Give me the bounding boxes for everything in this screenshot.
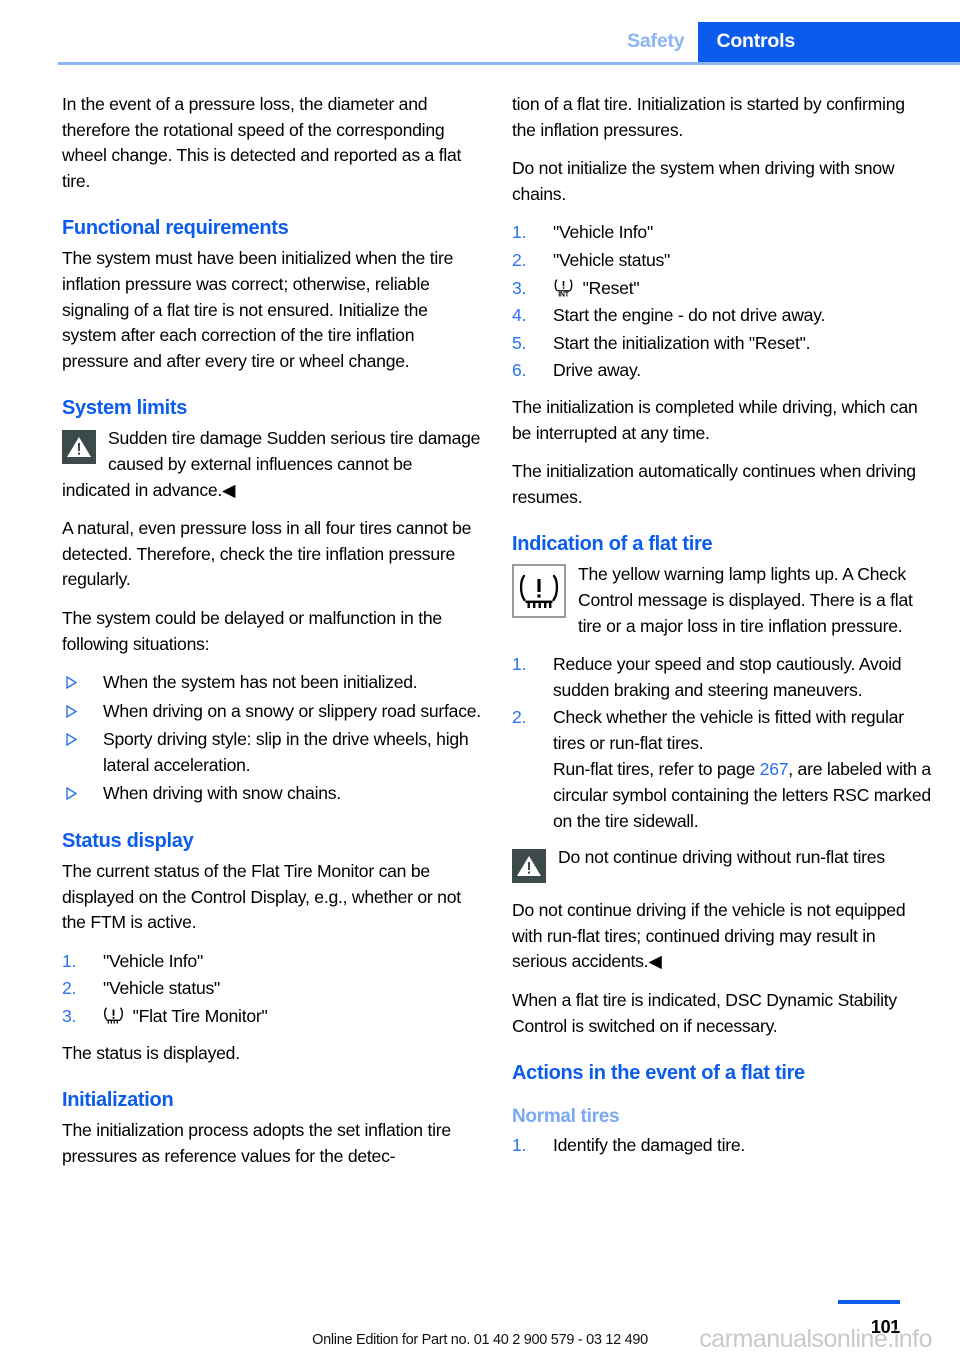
step-number: 2. [62, 978, 77, 999]
indication-step-list: 1. Reduce your speed and stop cautiously… [512, 652, 932, 834]
step-sub-paragraph: Run-flat tires, refer to page 267, are l… [553, 757, 932, 834]
continued-paragraph: tion of a flat tire. Initialization is s… [512, 94, 905, 140]
list-item: 1. "Vehicle Info" [512, 220, 932, 246]
list-item: 2. "Vehicle status" [62, 976, 482, 1002]
step-label: "Vehicle status" [103, 978, 221, 999]
header-divider [58, 62, 960, 65]
right-column: tion of a flat tire. Initialization is s… [512, 92, 932, 1170]
list-item: When the system has not been initialized… [62, 670, 482, 696]
step-label: Start the engine - do not drive away. [553, 305, 826, 326]
heading-indication-of-flat-tire: Indication of a flat tire [512, 533, 713, 556]
system-limits-paragraph-2: The system could be delayed or malfuncti… [62, 607, 442, 654]
status-display-closing: The status is displayed. [62, 1042, 240, 1063]
init-closing-paragraph-2: The initialization automatically continu… [512, 461, 916, 507]
tab-safety-label: Safety [627, 30, 685, 53]
step-label: "Vehicle Info" [103, 950, 203, 971]
step-label: "Vehicle Info" [553, 222, 653, 243]
step-label: Start the initialization with "Reset". [553, 332, 811, 353]
list-item-label: When driving with snow chains. [103, 783, 341, 804]
system-limits-bullet-list: When the system has not been initialized… [62, 670, 482, 807]
tpms-icon [103, 1006, 124, 1025]
warning-title-sudden-tire-damage: Sudden tire damage [108, 428, 262, 449]
step-number: 3. [62, 1006, 77, 1027]
warning-triangle-icon [62, 430, 96, 465]
list-item: 6. Drive away. [512, 358, 932, 384]
step-number: 1. [512, 222, 527, 243]
dsc-paragraph: When a flat tire is indicated, DSC Dynam… [512, 990, 897, 1036]
list-item: 5. Start the initialization with "Reset"… [512, 331, 932, 357]
footer-divider [838, 1300, 900, 1304]
page-header: Safety Controls [0, 0, 960, 65]
warning-no-run-flat-tires: Do not continue driving without run-flat… [512, 845, 932, 885]
initialization-step-list: 1. "Vehicle Info" 2. "Vehicle status" 3.… [512, 220, 932, 384]
list-item: Sporty driving style: slip in the drive … [62, 727, 482, 778]
list-item: 3. INT "Reset" [512, 276, 932, 302]
heading-status-display: Status display [62, 830, 194, 853]
page-reference-link[interactable]: 267 [760, 759, 789, 779]
list-item-label: Sporty driving style: slip in the drive … [103, 729, 469, 775]
status-display-paragraph: The current status of the Flat Tire Moni… [62, 861, 461, 933]
list-item: When driving with snow chains. [62, 781, 482, 807]
step-number: 4. [512, 305, 527, 326]
list-item: 3. "Flat Tire Monitor" [62, 1004, 482, 1030]
step-label: "Vehicle status" [553, 249, 671, 270]
status-display-step-list: 1. "Vehicle Info" 2. "Vehicle status" 3. [62, 949, 482, 1030]
list-item: 2. "Vehicle status" [512, 248, 932, 274]
init-closing-paragraph-1: The initialization is completed while dr… [512, 396, 918, 443]
list-item: When driving on a snowy or slippery road… [62, 699, 482, 725]
step-number: 6. [512, 360, 527, 381]
page-footer: 101 Online Edition for Part no. 01 40 2 … [0, 1282, 960, 1362]
tpms-warning-lamp-icon [512, 564, 566, 619]
warning-title-no-run-flat-tires: Do not continue driving without run-flat… [558, 847, 885, 868]
watermark-text: carmanualsonline.info [699, 1325, 932, 1353]
list-item: 1. Reduce your speed and stop cautiously… [512, 652, 932, 703]
initialization-paragraph: The initialization process adopts the se… [62, 1120, 451, 1166]
step-number: 1. [512, 654, 527, 675]
heading-system-limits: System limits [62, 397, 188, 420]
tpms-int-icon: INT [553, 278, 574, 297]
left-column: In the event of a pressure loss, the dia… [62, 92, 482, 1182]
intro-paragraph: In the event of a pressure loss, the dia… [62, 94, 462, 191]
step-label: "Reset" [582, 277, 640, 298]
tab-controls-label: Controls [716, 30, 795, 53]
step-number: 5. [512, 332, 527, 353]
step-label: Check whether the vehicle is fitted with… [553, 707, 904, 753]
step-number: 1. [512, 1135, 527, 1156]
step-sub-prefix: Run-flat tires, refer to page [553, 759, 760, 780]
svg-text:INT: INT [558, 291, 570, 296]
subheading-normal-tires: Normal tires [512, 1106, 620, 1128]
heading-functional-requirements: Functional requirements [62, 217, 289, 240]
list-item: 4. Start the engine - do not drive away. [512, 303, 932, 329]
list-item: 1. Identify the damaged tire. [512, 1133, 932, 1159]
list-item-label: When driving on a snowy or slippery road… [103, 700, 481, 721]
actions-step-list: 1. Identify the damaged tire. [512, 1133, 932, 1159]
flat-tire-lamp-block: The yellow warning lamp lights up. A Che… [512, 562, 932, 639]
system-limits-paragraph-1: A natural, even pressure loss in all fou… [62, 518, 472, 590]
step-number: 2. [512, 249, 527, 270]
warning-sudden-tire-damage: Sudden tire damage Sudden serious tire d… [62, 426, 482, 503]
list-item-label: When the system has not been initialized… [103, 672, 418, 693]
step-number: 3. [512, 277, 527, 298]
snow-chains-paragraph: Do not initialize the system when drivin… [512, 158, 895, 204]
step-label: Identify the damaged tire. [553, 1135, 746, 1156]
step-number: 1. [62, 950, 77, 971]
warning-text-no-run-flat-tires: Do not continue driving if the vehicle i… [512, 900, 906, 972]
heading-actions-flat-tire: Actions in the event of a flat tire [512, 1062, 805, 1085]
header-tab-strip: Safety Controls [613, 22, 960, 62]
warning-triangle-icon [512, 849, 546, 884]
tab-safety[interactable]: Safety [613, 22, 699, 62]
list-item: 2. Check whether the vehicle is fitted w… [512, 705, 932, 834]
tab-controls[interactable]: Controls [698, 22, 960, 62]
step-label: Drive away. [553, 360, 641, 381]
functional-requirements-paragraph: The system must have been initialized wh… [62, 248, 454, 371]
step-label: Reduce your speed and stop cautiously. A… [553, 654, 902, 700]
step-label: "Flat Tire Monitor" [132, 1006, 268, 1027]
heading-initialization: Initialization [62, 1089, 174, 1112]
list-item: 1. "Vehicle Info" [62, 949, 482, 975]
step-number: 2. [512, 707, 527, 728]
